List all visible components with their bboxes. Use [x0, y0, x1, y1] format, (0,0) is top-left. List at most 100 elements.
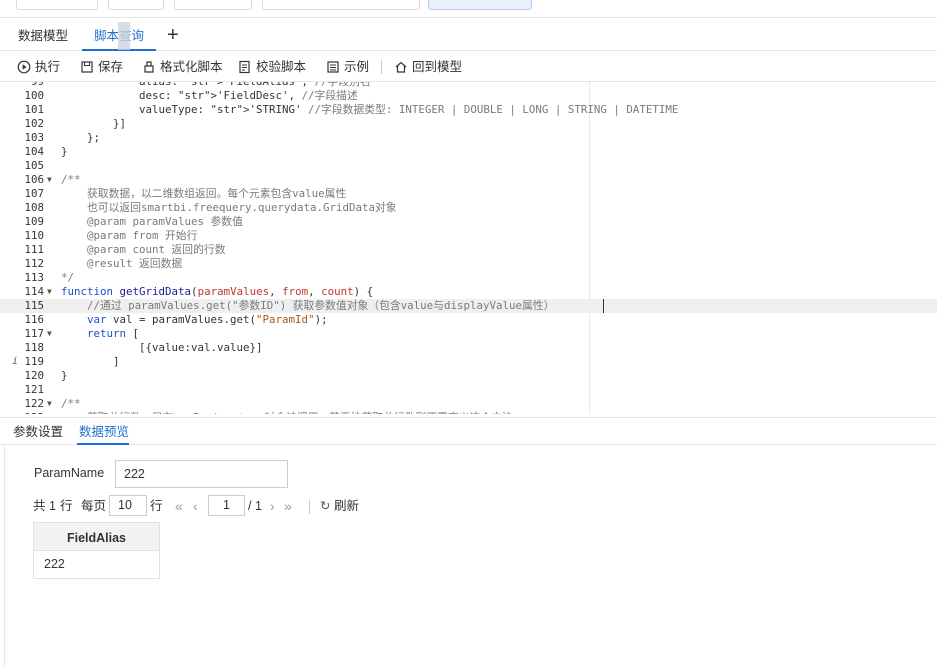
top-window-bar: [0, 0, 937, 18]
code-line: 122 ▼ /**: [0, 397, 937, 411]
code-line: 111 @param count 返回的行数: [0, 243, 937, 257]
code-line: 100 desc: "str">'FieldDesc', //字段描述: [0, 89, 937, 103]
code-line: 116 var val = paramValues.get("ParamId")…: [0, 313, 937, 327]
total-count: 1: [49, 499, 56, 513]
code-line: 109 @param paramValues 参数值: [0, 215, 937, 229]
code-line: 101 valueType: "str">'STRING' //字段数据类型: …: [0, 103, 937, 117]
page-total: / 1: [248, 499, 262, 513]
example-icon: [327, 61, 339, 73]
per-page-suffix: 行: [150, 499, 163, 513]
window-tab-3[interactable]: [174, 0, 252, 10]
code-text: [{value:val.value}]: [61, 341, 263, 354]
line-number: 120: [24, 369, 44, 382]
fold-toggle-icon[interactable]: ▼: [47, 397, 52, 411]
run-label: 执行: [35, 60, 61, 74]
code-text: }]: [61, 117, 127, 130]
line-number: 123: [18, 411, 44, 414]
line-number: 102: [24, 117, 44, 130]
code-editor[interactable]: 99 alias: "str">'FieldAlias', //字段别名100 …: [0, 82, 937, 414]
window-tab-active[interactable]: [428, 0, 532, 10]
save-button[interactable]: 保存: [80, 52, 123, 82]
window-tab-1[interactable]: [16, 0, 98, 10]
code-line: 107 获取数据，以二维数组返回。每个元素包含value属性: [0, 187, 937, 201]
code-line: 99 alias: "str">'FieldAlias', //字段别名: [0, 82, 937, 89]
run-button[interactable]: 执行: [17, 52, 60, 82]
code-line: 105: [0, 159, 937, 173]
code-line: 114 ▼ function getGridData(paramValues, fr…: [0, 285, 937, 299]
code-text: var val = paramValues.get("ParamId");: [87, 313, 328, 326]
first-page-icon[interactable]: «: [175, 496, 183, 516]
line-number: 114: [24, 285, 44, 298]
window-tab-2[interactable]: [108, 0, 164, 10]
back-to-model-button[interactable]: 回到模型: [394, 52, 462, 82]
code-line: 110 @param from 开始行: [0, 229, 937, 243]
refresh-button[interactable]: ↻ 刷新: [320, 496, 359, 516]
code-line: 103 };: [0, 131, 937, 145]
text-cursor: [603, 299, 604, 313]
last-page-icon[interactable]: »: [284, 496, 292, 516]
code-line: 120}: [0, 369, 937, 383]
back-label: 回到模型: [412, 60, 463, 74]
fold-toggle-icon[interactable]: ▼: [47, 173, 52, 187]
window-tab-4[interactable]: [262, 0, 420, 10]
code-line: 118 [{value:val.value}]: [0, 341, 937, 355]
line-number: 108: [24, 201, 44, 214]
mouse-cursor-highlight: [118, 22, 130, 50]
page-input[interactable]: 1: [208, 495, 245, 516]
line-number: 113: [24, 271, 44, 284]
line-number: 105: [24, 159, 44, 172]
example-button[interactable]: 示例: [326, 52, 369, 82]
code-line: 102 }]: [0, 117, 937, 131]
code-text: }: [61, 145, 68, 158]
format-label: 格式化脚本: [160, 60, 223, 74]
code-text: ]: [61, 355, 120, 368]
prev-page-icon[interactable]: ‹: [193, 496, 198, 516]
code-line: 119 i ]: [0, 355, 937, 369]
line-number: 99: [18, 82, 44, 89]
code-line: 104}: [0, 145, 937, 159]
format-script-button[interactable]: 格式化脚本: [142, 52, 223, 82]
code-text: @param paramValues 参数值: [61, 215, 243, 228]
tab-param-settings[interactable]: 参数设置: [13, 418, 63, 446]
code-line: 112 @result 返回数据: [0, 257, 937, 271]
per-page-input[interactable]: 10: [109, 495, 147, 516]
total-prefix: 共: [33, 499, 46, 513]
code-text: desc: "str">'FieldDesc', //字段描述: [61, 89, 358, 102]
table-header-fieldalias: FieldAlias: [34, 523, 159, 551]
line-number: 101: [24, 103, 44, 116]
play-icon: [17, 60, 31, 74]
next-page-icon[interactable]: ›: [270, 496, 275, 516]
info-annotation-icon[interactable]: i: [12, 355, 18, 369]
fold-toggle-icon[interactable]: ▼: [47, 327, 52, 341]
validate-script-button[interactable]: 校验脚本: [238, 52, 306, 82]
validate-label: 校验脚本: [256, 60, 307, 74]
editor-tabs: 数据模型 脚本查询 +: [0, 19, 937, 51]
param-value-input[interactable]: 222: [115, 460, 288, 488]
param-label: ParamName: [34, 466, 105, 480]
code-line: 108 也可以返回smartbi.freequery.querydata.Gri…: [0, 201, 937, 215]
example-label: 示例: [344, 60, 370, 74]
tab-data-preview[interactable]: 数据预览: [79, 418, 129, 446]
code-text: alias: "str">'FieldAlias', //字段别名: [61, 82, 371, 89]
code-text: @param from 开始行: [61, 229, 198, 242]
line-number: 118: [24, 341, 44, 354]
code-line: 123 获取总行数。只在usePaging=true时会被调用。若无法获取总行数…: [0, 411, 937, 414]
code-text: };: [61, 131, 101, 144]
active-tab-indicator: [77, 443, 129, 445]
line-number: 112: [24, 257, 44, 270]
code-line: 106 ▼ /**: [0, 173, 937, 187]
code-line: 115 //通过 paramValues.get("参数ID") 获取参数值对象…: [0, 299, 937, 313]
line-number: 106: [24, 173, 44, 186]
line-number: 103: [24, 131, 44, 144]
fold-toggle-icon[interactable]: ▼: [47, 285, 52, 299]
refresh-label: 刷新: [333, 499, 359, 513]
code-line: 113 */: [0, 271, 937, 285]
add-tab-icon[interactable]: +: [167, 19, 179, 51]
toolbar-divider: [381, 60, 382, 74]
code-text: @result 返回数据: [61, 257, 183, 270]
tab-data-model[interactable]: 数据模型: [18, 19, 68, 51]
line-number: 110: [24, 229, 44, 242]
line-number: 116: [24, 313, 44, 326]
home-icon: [395, 61, 407, 73]
line-number: 109: [24, 215, 44, 228]
